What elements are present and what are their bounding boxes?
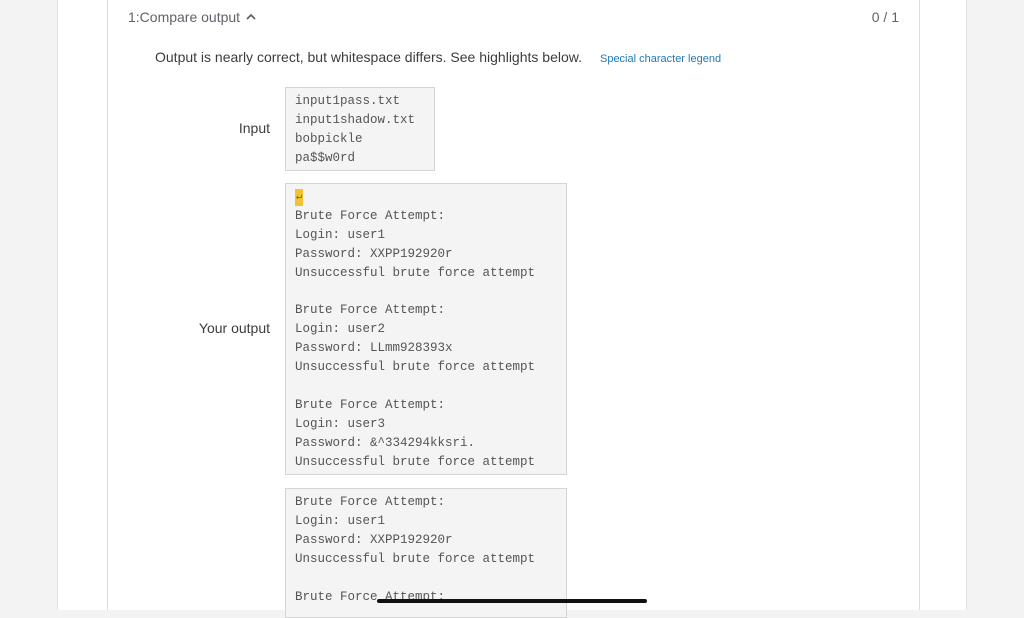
code-line: Brute Force Attempt: xyxy=(295,589,446,604)
code-line: Unsuccessful brute force attempt xyxy=(295,360,536,375)
page-container: 1:Compare output 0 / 1 Output is nearly … xyxy=(57,0,967,618)
code-line: Password: LLmm928393x xyxy=(295,341,453,356)
input-label: Input xyxy=(238,120,270,136)
code-line: bobpickle xyxy=(295,131,363,146)
newline-highlight-icon: ↵ xyxy=(295,189,303,206)
code-line: Password: XXPP192920r xyxy=(295,532,453,547)
your-output-label: Your output xyxy=(198,320,270,336)
test-result-card: 1:Compare output 0 / 1 Output is nearly … xyxy=(107,0,920,618)
code-line: input1shadow.txt xyxy=(295,112,416,127)
code-line: Unsuccessful brute force attempt xyxy=(295,551,536,566)
code-line: Login: user1 xyxy=(295,227,386,242)
result-message: Output is nearly correct, but whitespace… xyxy=(155,49,582,65)
code-line: Brute Force Attempt: xyxy=(295,208,446,223)
your-output-box: ↵ Brute Force Attempt: Login: user1 Passwor… xyxy=(285,183,567,475)
compare-output-toggle[interactable]: 1:Compare output xyxy=(128,9,257,25)
test-score: 0 / 1 xyxy=(871,9,899,25)
special-character-legend-link[interactable]: Special character legend xyxy=(600,53,721,65)
input-box: input1pass.txt input1shadow.txt bobpickle p… xyxy=(285,87,435,171)
test-title: 1:Compare output xyxy=(128,9,241,25)
code-line: Brute Force Attempt: xyxy=(295,495,446,509)
code-line: ↵ xyxy=(295,188,557,207)
code-line: Unsuccessful brute force attempt xyxy=(295,454,536,469)
code-line: Login: user1 xyxy=(295,513,386,528)
code-line: Login: user2 xyxy=(295,322,386,337)
code-line: input1pass.txt xyxy=(295,94,401,108)
code-line: Password: &^334294kksri. xyxy=(295,435,476,450)
result-message-row: Output is nearly correct, but whitespace… xyxy=(155,49,721,65)
code-line: Password: XXPP192920r xyxy=(295,246,453,261)
chevron-up-icon xyxy=(246,13,256,20)
code-line: Login: user3 xyxy=(295,416,386,431)
code-line: Unsuccessful brute force attempt xyxy=(295,265,536,280)
code-line: pa$$w0rd xyxy=(295,150,356,165)
code-line: Brute Force Attempt: xyxy=(295,397,446,412)
code-line: Brute Force Attempt: xyxy=(295,303,446,318)
home-indicator xyxy=(377,599,647,603)
